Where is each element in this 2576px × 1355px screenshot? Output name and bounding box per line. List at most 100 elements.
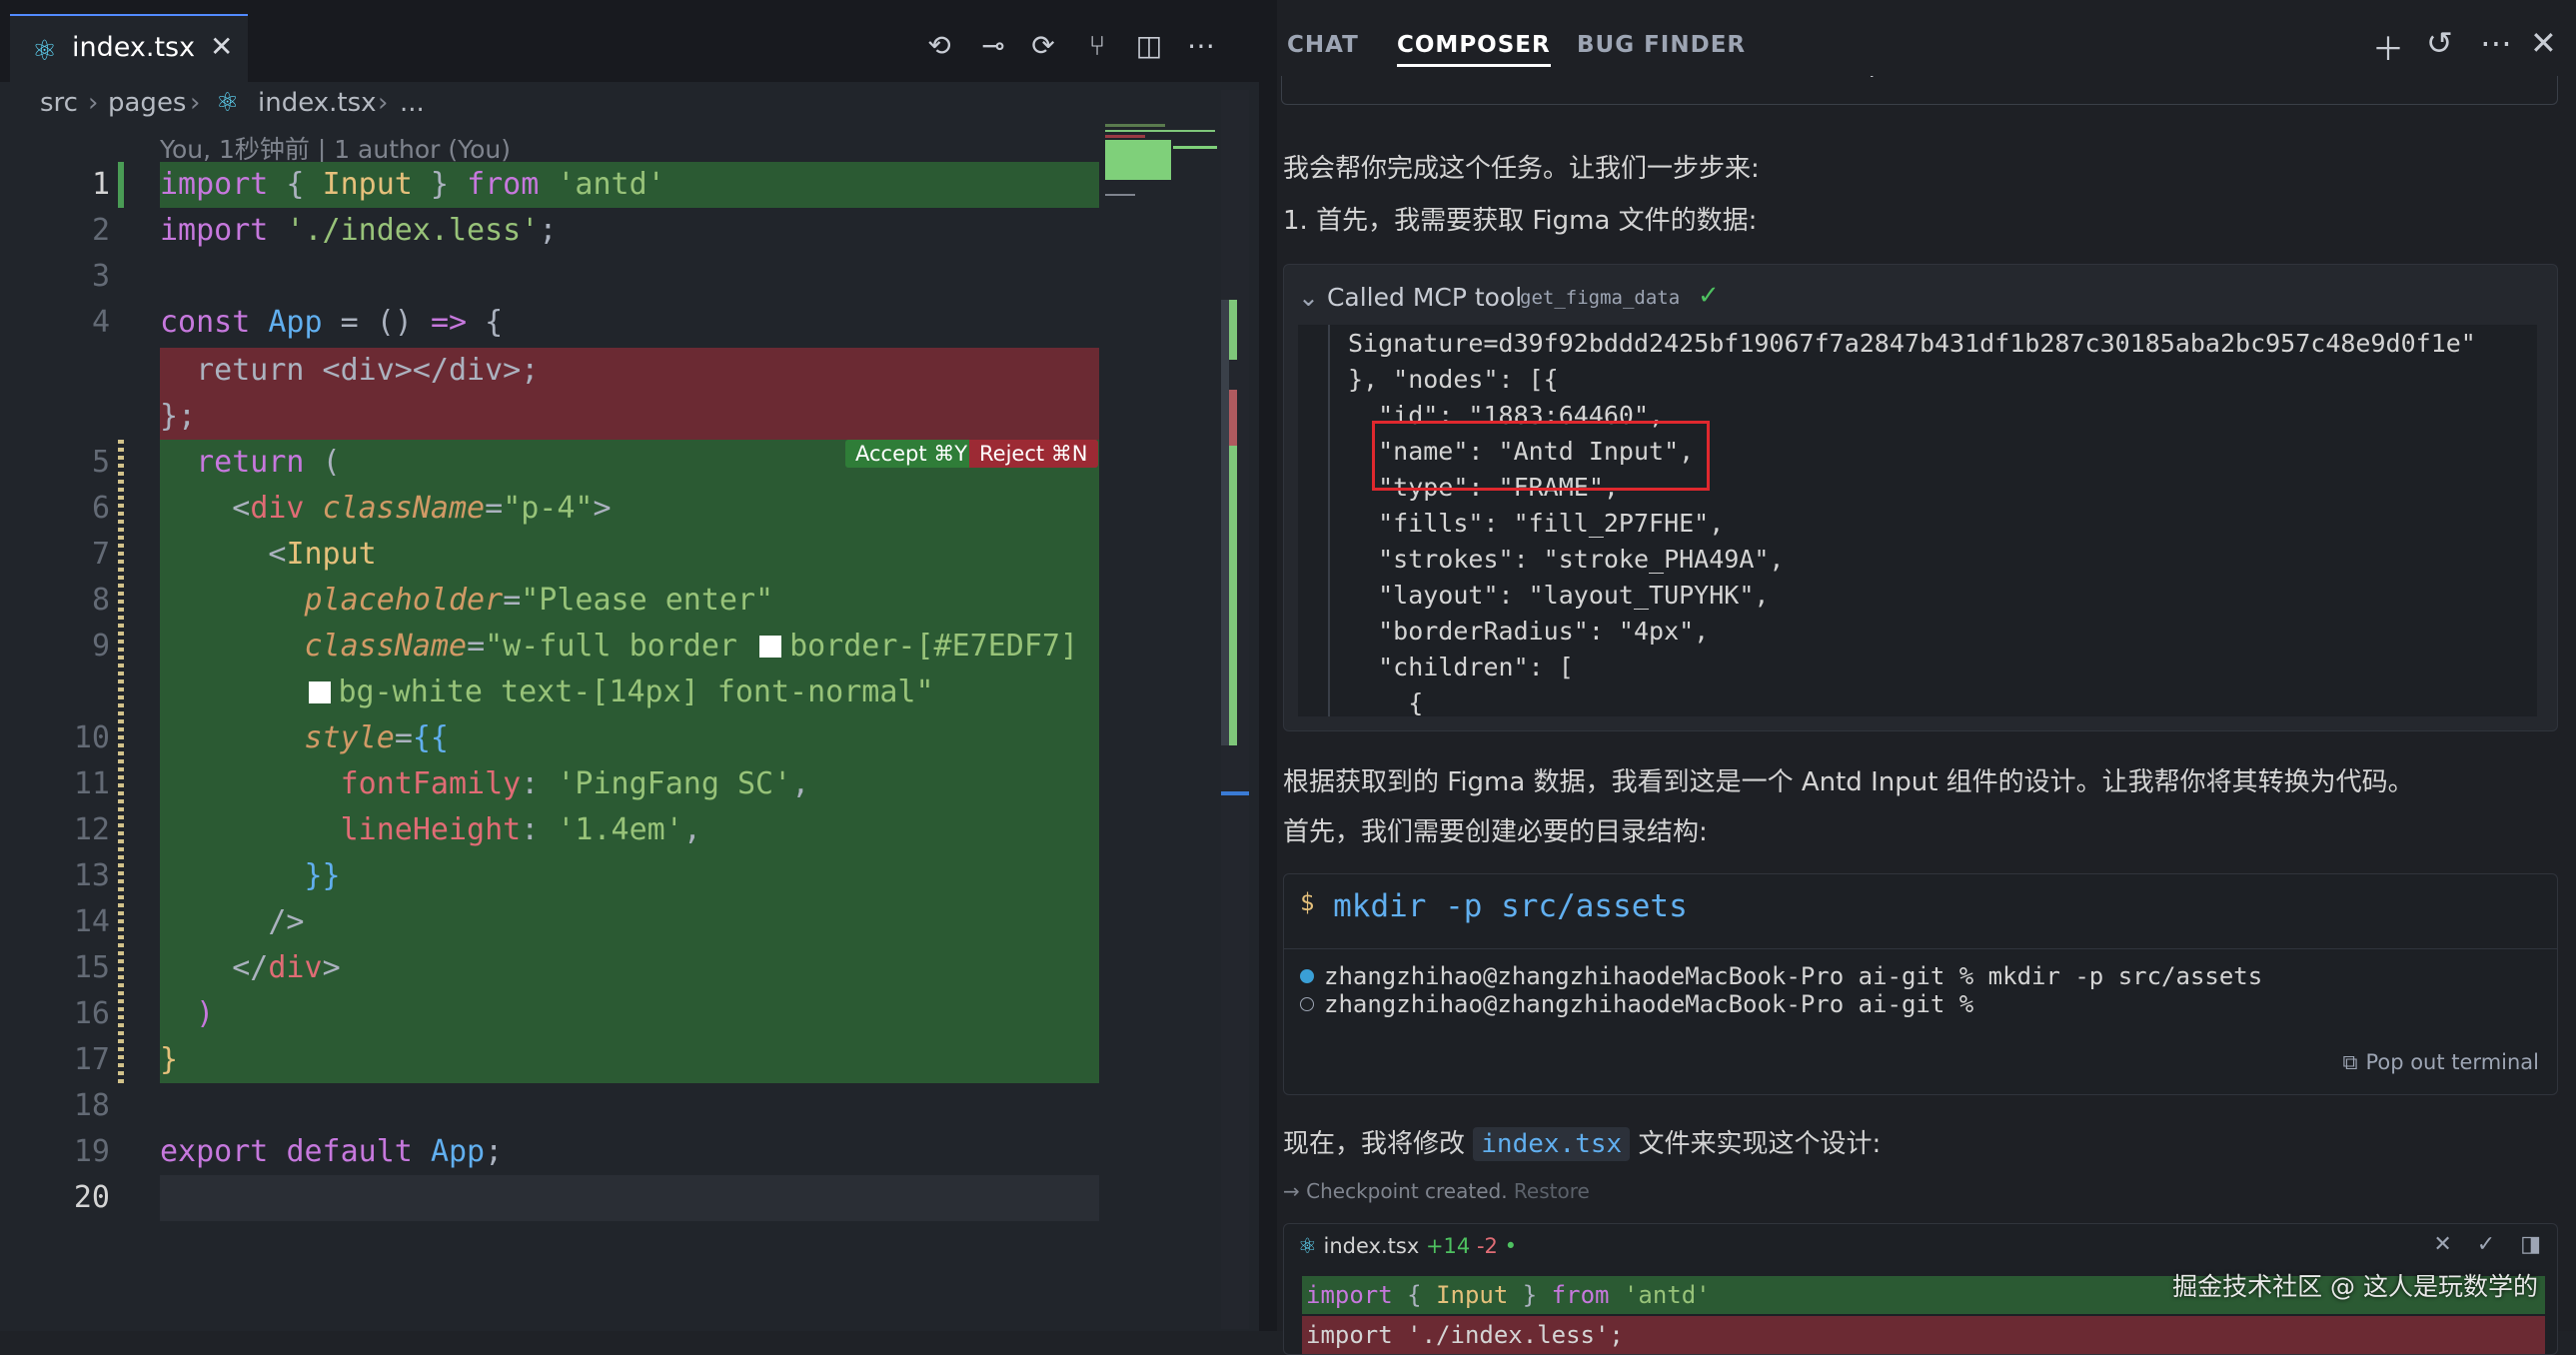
mcp-tool-header[interactable]: ⌄ Called MCP tool — [1298, 283, 1522, 312]
tab-bug-finder[interactable]: BUG FINDER — [1577, 32, 1746, 58]
code-line: 8 placeholder="Please enter" — [0, 578, 1099, 624]
divider — [1284, 948, 2557, 949]
reject-change-button[interactable]: Reject ⌘N — [969, 440, 1098, 468]
color-swatch — [308, 681, 331, 703]
code-line: 3 — [0, 254, 1099, 300]
code-line: 20 — [0, 1175, 1099, 1221]
code-line: 2 import './index.less'; — [0, 208, 1099, 254]
color-swatch — [759, 636, 782, 658]
watermark: 掘金技术社区 @ 这人是玩数学的 — [2172, 1272, 2538, 1301]
line-number: 7 — [91, 537, 110, 572]
code-line: 14 /> — [0, 899, 1099, 945]
line-number: 6 — [91, 491, 110, 526]
check-icon: ✓ — [1698, 281, 1720, 311]
pop-out-label: Pop out terminal — [2365, 1050, 2539, 1074]
overview-removed-marker — [1229, 390, 1237, 446]
terminal-command: $ mkdir -p src/assets — [1300, 888, 1688, 924]
code-line: 6 <div className="p-4"> — [0, 486, 1099, 532]
json-line: { — [1348, 688, 1424, 716]
diff-file-name: index.tsx — [1323, 1234, 1420, 1258]
code-line: 1 import { Input } from 'antd' — [0, 162, 1099, 208]
restore-link[interactable]: Restore — [1514, 1179, 1590, 1203]
minimap[interactable] — [1103, 124, 1221, 204]
diff-header[interactable]: ⚛ index.tsx +14 -2 • — [1298, 1234, 1517, 1258]
code-line: 15 </div> — [0, 945, 1099, 991]
more-icon[interactable]: ⋯ — [2480, 24, 2512, 62]
diff-actions: ✕ ✓ ◨ — [2433, 1232, 2541, 1257]
code-line-wrap: bg-white text-[14px] font-normal" — [0, 670, 1099, 715]
diff-added-count: +14 — [1425, 1234, 1471, 1258]
line-number: 1 — [91, 167, 110, 202]
assistant-message: 现在，我将修改 index.tsx 文件来实现这个设计: — [1283, 1123, 1882, 1161]
close-icon[interactable]: ✕ — [2433, 1232, 2451, 1257]
git-branch-icon[interactable]: ⑂ — [1079, 28, 1115, 64]
indent-guide — [1328, 325, 1330, 716]
composer-tab-bar: CHAT COMPOSER BUG FINDER ＋ ↺ ⋯ ✕ — [1277, 0, 2576, 76]
open-file-icon[interactable]: ◨ — [2520, 1232, 2541, 1257]
external-link-icon: ⧉ — [2342, 1050, 2358, 1074]
breadcrumb-src[interactable]: src — [40, 88, 78, 118]
status-dot-icon — [1300, 969, 1314, 983]
go-forward-icon[interactable]: ⟳ — [1025, 28, 1061, 64]
line-number: 3 — [91, 259, 110, 294]
breadcrumb: src › pages › ⚛ index.tsx › ... — [0, 82, 1259, 126]
overview-added-marker — [1229, 446, 1237, 745]
terminal-card: $ mkdir -p src/assets zhangzhihao@zhangz… — [1283, 873, 2558, 1095]
mcp-tool-output[interactable]: Signature=d39f92bddd2425bf19067f7a2847b4… — [1298, 325, 2537, 716]
inline-code[interactable]: index.tsx — [1473, 1127, 1631, 1161]
breadcrumb-more[interactable]: ... — [400, 88, 425, 118]
message-text: 现在，我将修改 — [1283, 1129, 1466, 1159]
code-line: 18 — [0, 1083, 1099, 1129]
json-line: "borderRadius": "4px", — [1348, 617, 1710, 646]
check-icon[interactable]: ✓ — [2477, 1232, 2495, 1257]
pop-out-terminal-button[interactable]: ⧉ Pop out terminal — [2342, 1050, 2539, 1075]
command-text: mkdir -p src/assets — [1333, 888, 1688, 924]
line-number: 10 — [73, 720, 110, 755]
breadcrumb-file[interactable]: index.tsx — [258, 88, 377, 118]
close-icon[interactable]: ✕ — [2530, 24, 2557, 62]
code-line: 10 style={{ — [0, 715, 1099, 761]
tab-composer[interactable]: COMPOSER — [1397, 32, 1551, 67]
json-line: "layout": "layout_TUPYHK", — [1348, 581, 1770, 610]
code-editor: ⚛ index.tsx ✕ ⟲ ⊸ ⟳ ⑂ ◫ ⋯ src › pages › … — [0, 0, 1259, 1331]
status-dot-icon — [1300, 997, 1314, 1011]
line-number: 15 — [73, 950, 110, 985]
react-icon: ⚛ — [216, 88, 240, 118]
plus-icon[interactable]: ＋ — [2372, 24, 2404, 70]
terminal-output-text: zhangzhihao@zhangzhihaodeMacBook-Pro ai-… — [1324, 990, 1974, 1018]
mcp-tool-call-card: ⌄ Called MCP tool get_figma_data ✓ Signat… — [1283, 264, 2558, 731]
terminal-output-line: zhangzhihao@zhangzhihaodeMacBook-Pro ai-… — [1300, 962, 2262, 990]
code-line: 19 export default App; — [0, 1129, 1099, 1175]
code-line: 11 fontFamily: 'PingFang SC', — [0, 761, 1099, 807]
editor-scrollbar[interactable] — [1221, 90, 1249, 1329]
diff-removed-count: -2 — [1476, 1234, 1498, 1258]
history-icon[interactable]: ↺ — [2426, 24, 2453, 62]
split-editor-icon[interactable]: ◫ — [1131, 28, 1167, 64]
terminal-output-line: zhangzhihao@zhangzhihaodeMacBook-Pro ai-… — [1300, 990, 1973, 1018]
json-line: }, "nodes": [{ — [1348, 365, 1559, 394]
line-number: 4 — [91, 305, 110, 340]
more-icon[interactable]: ⋯ — [1183, 28, 1219, 64]
tab-index-tsx[interactable]: ⚛ index.tsx ✕ — [10, 14, 248, 82]
tab-label: index.tsx — [72, 32, 196, 63]
json-line: "children": [ — [1348, 653, 1574, 681]
tab-chat[interactable]: CHAT — [1287, 32, 1359, 58]
commit-icon[interactable]: ⊸ — [975, 28, 1011, 64]
breadcrumb-pages[interactable]: pages — [108, 88, 186, 118]
scroll-thumb[interactable] — [1221, 300, 1229, 745]
accept-change-button[interactable]: Accept ⌘Y — [845, 440, 978, 468]
close-icon[interactable]: ✕ — [210, 30, 233, 63]
panel-divider[interactable] — [1259, 0, 1277, 1331]
removed-code-line: return <div></div>; — [160, 353, 540, 388]
go-back-icon[interactable]: ⟲ — [921, 28, 957, 64]
code-line: 9 className="w-full border border-[#E7ED… — [0, 624, 1099, 670]
line-number: 17 — [73, 1042, 110, 1077]
git-blame-annotation[interactable]: You, 1秒钟前 | 1 author (You) — [160, 130, 511, 166]
arrow-right-icon: → — [1283, 1179, 1300, 1203]
message-text: 文件来实现这个设计: — [1638, 1129, 1882, 1159]
chevron-right-icon: › — [88, 88, 99, 118]
assistant-step: 1. 首先，我需要获取 Figma 文件的数据: — [1283, 206, 1758, 236]
overview-added-marker — [1229, 300, 1237, 360]
ai-composer-panel: 4. 为了一些特定的元素比如 表格相关组件 Form Input Select … — [1277, 0, 2576, 1355]
code-line: 4 const App = () => { — [0, 300, 1099, 346]
